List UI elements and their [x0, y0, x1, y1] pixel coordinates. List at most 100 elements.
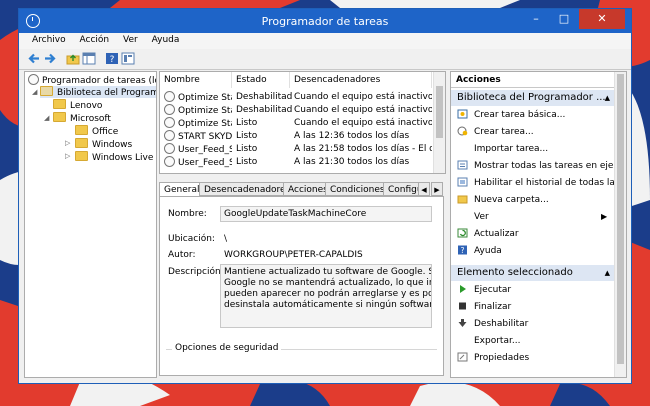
blank-icon [457, 335, 468, 345]
tree-item-microsoft[interactable]: Microsoft [53, 112, 111, 124]
actions-pane: Acciones Biblioteca del Programador ... … [450, 71, 627, 378]
show-hide-console-tree-icon[interactable] [82, 52, 96, 65]
table-row[interactable]: User_Feed_S... Listo A las 21:58 todos l… [160, 143, 432, 156]
folder-icon [75, 138, 88, 148]
create-basic-task-icon [457, 109, 468, 119]
run-icon [457, 284, 468, 294]
task-clock-icon [164, 104, 175, 115]
properties-icon[interactable] [121, 52, 135, 65]
action-create-task[interactable]: Crear tarea... [457, 126, 534, 139]
folder-icon [75, 125, 88, 135]
security-options-label: Opciones de seguridad [172, 343, 282, 353]
task-list-scrollbar[interactable] [433, 72, 445, 173]
table-row[interactable]: START SKYD... Listo A las 12:36 todos lo… [160, 130, 432, 143]
properties-icon [457, 352, 468, 362]
toolbar: ? [19, 49, 631, 70]
actions-header: Acciones [456, 75, 501, 85]
collapse-up-icon[interactable]: ▲ [605, 90, 610, 106]
general-tab-panel: Nombre: GoogleUpdateTaskMachineCore Ubic… [159, 196, 444, 376]
folder-icon [53, 112, 66, 122]
running-tasks-icon [457, 160, 468, 170]
detail-tabs: General Desencadenadores Acciones Condic… [159, 182, 444, 197]
menu-ver[interactable]: Ver [123, 35, 138, 45]
location-label: Ubicación: [168, 234, 215, 244]
scrollbar-thumb[interactable] [436, 86, 443, 138]
tree-item-office[interactable]: Office [75, 125, 118, 137]
blank-icon [457, 143, 468, 153]
action-properties[interactable]: Propiedades [457, 352, 529, 365]
task-clock-icon [164, 130, 175, 141]
back-arrow-icon[interactable] [27, 52, 41, 65]
description-field[interactable]: Mantiene actualizado tu software de Goog… [220, 264, 432, 328]
actions-scrollbar[interactable] [614, 72, 626, 377]
tab-conditions[interactable]: Condiciones [325, 182, 390, 196]
task-clock-icon [164, 156, 175, 167]
clock-icon [28, 74, 39, 85]
action-new-folder[interactable]: Nueva carpeta... [457, 194, 549, 207]
table-row[interactable]: Optimize Sta... Deshabilitado Cuando el … [160, 104, 432, 117]
author-label: Autor: [168, 250, 196, 260]
tab-scroll-left-icon[interactable]: ◀ [418, 182, 430, 196]
tab-triggers[interactable]: Desencadenadores [199, 182, 296, 196]
action-show-running-tasks[interactable]: Mostrar todas las tareas en ejec... [457, 160, 626, 173]
svg-text:?: ? [110, 55, 115, 65]
console-tree: Programador de tareas (local) ◢ Bibliote… [24, 71, 157, 378]
task-clock-icon [164, 91, 175, 102]
column-header-name[interactable]: Nombre [160, 72, 232, 88]
close-button[interactable]: ✕ [579, 9, 625, 29]
minimize-button[interactable]: – [523, 9, 549, 29]
action-create-basic-task[interactable]: Crear tarea básica... [457, 109, 565, 122]
menu-archivo[interactable]: Archivo [32, 35, 66, 45]
disable-icon [457, 318, 468, 328]
author-value: WORKGROUP\PETER-CAPALDIS [224, 250, 363, 260]
create-task-icon [457, 126, 468, 136]
title-bar[interactable]: Programador de tareas – □ ✕ [19, 9, 631, 33]
name-field[interactable]: GoogleUpdateTaskMachineCore [220, 206, 432, 222]
library-folder-icon [40, 86, 53, 96]
action-import-task[interactable]: Importar tarea... [457, 143, 548, 156]
menu-ayuda[interactable]: Ayuda [152, 35, 180, 45]
history-icon [457, 177, 468, 187]
refresh-icon [457, 228, 468, 238]
name-label: Nombre: [168, 209, 207, 219]
tree-item-lenovo[interactable]: Lenovo [53, 99, 102, 111]
new-folder-icon [457, 194, 468, 204]
submenu-arrow-icon[interactable]: ▶ [601, 212, 607, 221]
collapse-up-icon[interactable]: ▲ [605, 265, 610, 281]
collapse-arrow-icon[interactable]: ◢ [44, 114, 49, 122]
action-refresh[interactable]: Actualizar [457, 228, 519, 241]
action-help[interactable]: ? Ayuda [457, 245, 502, 258]
action-enable-history[interactable]: Habilitar el historial de todas las... [457, 177, 626, 190]
tree-item-windows-live[interactable]: Windows Live [75, 151, 153, 163]
maximize-button[interactable]: □ [551, 9, 577, 29]
action-disable[interactable]: Deshabilitar [457, 318, 528, 331]
action-export[interactable]: Exportar... [457, 335, 520, 348]
tree-item-library[interactable]: Biblioteca del Programador [40, 86, 156, 98]
svg-text:?: ? [461, 246, 465, 255]
collapse-arrow-icon[interactable]: ◢ [32, 88, 37, 96]
menu-accion[interactable]: Acción [80, 35, 110, 45]
expand-arrow-icon[interactable]: ▷ [65, 152, 70, 160]
blank-icon [457, 211, 468, 221]
help-icon[interactable]: ? [105, 52, 119, 65]
expand-arrow-icon[interactable]: ▷ [65, 139, 70, 147]
table-row[interactable]: Optimize Sta... Deshabilitado Cuando el … [160, 91, 432, 104]
tab-scroll-right-icon[interactable]: ▶ [431, 182, 443, 196]
tree-item-windows[interactable]: Windows [75, 138, 132, 150]
scrollbar-thumb[interactable] [617, 74, 624, 364]
section-header-selected-item[interactable]: Elemento seleccionado ▲ [451, 265, 614, 281]
action-end[interactable]: Finalizar [457, 301, 511, 314]
section-header-library[interactable]: Biblioteca del Programador ... ▲ [451, 90, 614, 106]
tree-root[interactable]: Programador de tareas (local) [28, 74, 156, 86]
forward-arrow-icon[interactable] [43, 52, 57, 65]
action-view[interactable]: Ver [457, 211, 620, 224]
folder-icon [53, 99, 66, 109]
description-label: Descripción: [168, 267, 224, 277]
tab-general[interactable]: General [159, 182, 205, 197]
folder-up-icon[interactable] [66, 52, 80, 65]
column-header-state[interactable]: Estado [232, 72, 290, 88]
table-row[interactable]: User_Feed_S... Listo A las 21:30 todos l… [160, 156, 432, 169]
action-run[interactable]: Ejecutar [457, 284, 511, 297]
column-header-triggers[interactable]: Desencadenadores [290, 72, 432, 88]
table-row[interactable]: Optimize Sta... Listo Cuando el equipo e… [160, 117, 432, 130]
